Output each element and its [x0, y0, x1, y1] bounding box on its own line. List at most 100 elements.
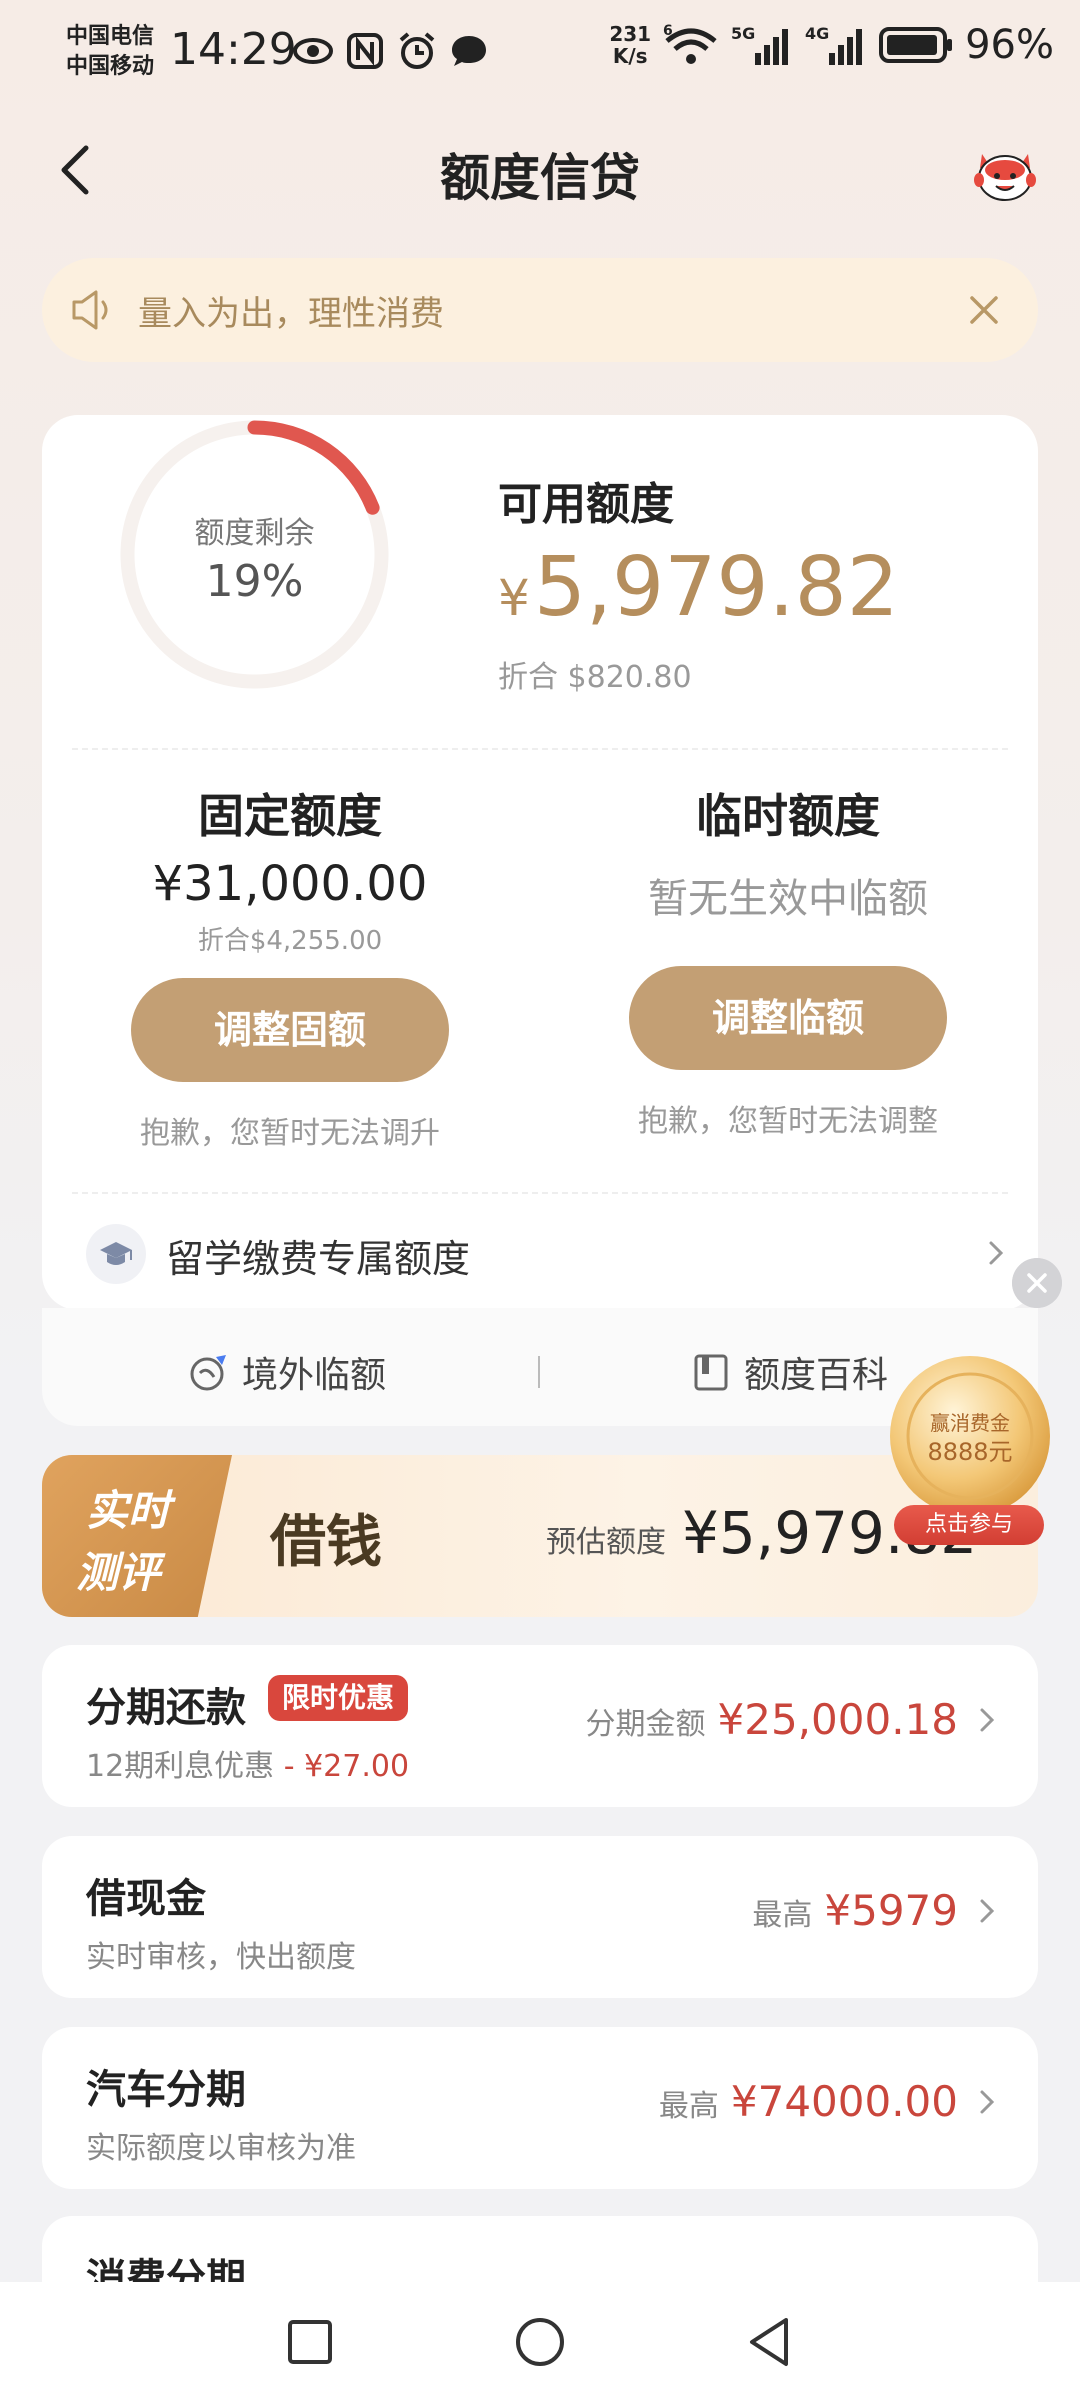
status-icons: [292, 30, 490, 72]
carrier-info: 中国电信 中国移动: [66, 22, 154, 82]
credit-gauge: [120, 420, 389, 689]
installment-repay-item[interactable]: 分期还款 限时优惠 12期利息优惠 - ¥27.00 分期金额 ¥25,000.…: [42, 1645, 1038, 1807]
join-button[interactable]: 点击参与: [894, 1505, 1044, 1545]
chevron-right-icon: [989, 1241, 1004, 1265]
back-nav-icon[interactable]: [740, 2312, 800, 2372]
net-speed-unit: K/s: [612, 44, 648, 68]
chevron-right-icon: [980, 1899, 995, 1922]
product-right-label: 最高: [752, 1898, 813, 1933]
study-abroad-credit-row[interactable]: 留学缴费专属额度: [42, 1214, 1038, 1302]
product-subtitle-text: 12期利息优惠: [86, 1749, 275, 1784]
study-abroad-label: 留学缴费专属额度: [166, 1237, 471, 1281]
product-right-label: 最高: [658, 2089, 719, 2124]
header: 额度信贷: [0, 120, 1080, 220]
product-right-label: 分期金额: [585, 1707, 706, 1742]
credit-wiki-link[interactable]: 额度百科: [690, 1346, 888, 1398]
overseas-temp-label: 境外临额: [242, 1355, 387, 1396]
gauge-remaining-arc: [247, 420, 380, 515]
reward-coin-icon[interactable]: 赢消费金 8888元: [886, 1352, 1054, 1520]
link-separator: [538, 1356, 540, 1388]
signal-5g-icon: 5G: [731, 24, 789, 65]
fixed-credit-title: 固定额度: [198, 789, 382, 843]
wifi-icon: 6: [663, 23, 717, 64]
temp-credit-title: 临时额度: [696, 789, 880, 843]
status-bar: 中国电信 中国移动 14:29 231 K/s 6 5G 4G 96%: [0, 0, 1080, 105]
temp-credit-section: 临时额度 暂无生效中临额 调整临额 抱歉，您暂时无法调整: [568, 780, 1008, 1140]
product-right-value: ¥5979: [824, 1886, 958, 1935]
carrier-1: 中国电信: [66, 24, 155, 49]
floating-close-icon[interactable]: [1012, 1258, 1062, 1308]
nfc-icon: [347, 33, 383, 69]
speaker-icon: [72, 290, 108, 330]
notice-banner: 量入为出，理性消费: [42, 258, 1038, 362]
overseas-temp-link[interactable]: 境外临额: [188, 1346, 386, 1398]
available-credit-value: 5,979.82: [533, 540, 899, 635]
gauge-percent: 19%: [205, 556, 304, 607]
fixed-credit-amount: ¥31,000.00: [152, 856, 428, 912]
product-title: 分期还款: [86, 1685, 246, 1731]
divider: [72, 1192, 1008, 1194]
product-subtitle: 实际额度以审核为准: [86, 2131, 356, 2166]
net-speed-value: 231: [609, 22, 652, 46]
fixed-credit-note: 抱歉，您暂时无法调升: [140, 1116, 440, 1151]
car-installment-item[interactable]: 汽车分期 实际额度以审核为准 最高 ¥74000.00: [42, 2027, 1038, 2189]
product-right: 最高 ¥74000.00: [659, 2077, 998, 2126]
home-icon[interactable]: [510, 2312, 570, 2372]
signal-4g-label: 4G: [805, 24, 829, 43]
alarm-icon: [399, 32, 435, 69]
product-subtitle: 实时审核，快出额度: [86, 1940, 356, 1975]
eye-icon: [293, 38, 333, 64]
credit-wiki-label: 额度百科: [744, 1355, 889, 1396]
product-title: 汽车分期: [86, 2067, 246, 2113]
available-credit-usd: 折合 $820.80: [498, 660, 692, 695]
available-credit-amount: ¥5,979.82: [498, 540, 899, 635]
book-icon: [694, 1354, 728, 1391]
badge-line-2: 测评: [76, 1548, 161, 1597]
product-title: 借现金: [86, 1876, 206, 1922]
carrier-2: 中国移动: [66, 54, 155, 79]
estimated-credit-label: 预估额度: [546, 1525, 666, 1560]
battery-percent: 96%: [965, 22, 1054, 68]
temp-credit-status: 暂无生效中临额: [648, 876, 928, 922]
fixed-credit-usd: 折合$4,255.00: [197, 926, 383, 956]
badge-line-1: 实时: [86, 1486, 171, 1535]
temp-credit-note: 抱歉，您暂时无法调整: [638, 1104, 938, 1139]
study-icon-wrap: [86, 1224, 146, 1284]
cash-loan-item[interactable]: 借现金 实时审核，快出额度 最高 ¥5979: [42, 1836, 1038, 1998]
gauge-label: 额度剩余: [194, 516, 315, 551]
mascot-icon[interactable]: [970, 140, 1040, 210]
signal-5g-label: 5G: [731, 24, 755, 43]
coin-text-2: 8888元: [927, 1438, 1012, 1466]
net-speed: 231 K/s: [609, 23, 651, 67]
adjust-temp-button[interactable]: 调整临额: [629, 966, 947, 1070]
product-right-value: ¥74000.00: [730, 2077, 958, 2126]
close-icon[interactable]: [964, 290, 1004, 330]
borrow-title: 借钱: [270, 1509, 382, 1575]
promo-badge: 限时优惠: [268, 1675, 409, 1721]
available-credit-title: 可用额度: [498, 479, 674, 530]
battery-icon: [879, 27, 953, 63]
globe-plane-icon: [190, 1355, 226, 1391]
recent-apps-icon[interactable]: [280, 2312, 340, 2372]
chevron-right-icon: [980, 2090, 995, 2113]
coin-text-1: 赢消费金: [930, 1411, 1010, 1435]
system-nav-bar: [0, 2282, 1080, 2400]
product-subtitle: 12期利息优惠 - ¥27.00: [86, 1741, 409, 1785]
currency-symbol: ¥: [498, 569, 530, 627]
status-right: 231 K/s 6 5G 4G 96%: [609, 22, 1054, 68]
product-right: 分期金额 ¥25,000.18: [586, 1695, 998, 1744]
product-right: 最高 ¥5979: [752, 1886, 998, 1935]
clock: 14:29: [170, 24, 297, 75]
discount-amount: - ¥27.00: [283, 1749, 410, 1784]
realtime-eval-badge: 实时 测评: [42, 1455, 232, 1617]
product-right-value: ¥25,000.18: [717, 1695, 958, 1744]
fixed-credit-section: 固定额度 ¥31,000.00 折合$4,255.00 调整固额 抱歉，您暂时无…: [70, 780, 510, 1152]
adjust-fixed-button[interactable]: 调整固额: [131, 978, 449, 1082]
notice-text: 量入为出，理性消费: [138, 294, 444, 334]
message-icon: [452, 36, 486, 66]
chevron-right-icon: [980, 1708, 995, 1731]
graduation-cap-icon: [100, 1242, 132, 1265]
divider: [72, 748, 1008, 750]
signal-4g-icon: 4G: [805, 24, 863, 65]
page-title: 额度信贷: [440, 149, 640, 207]
